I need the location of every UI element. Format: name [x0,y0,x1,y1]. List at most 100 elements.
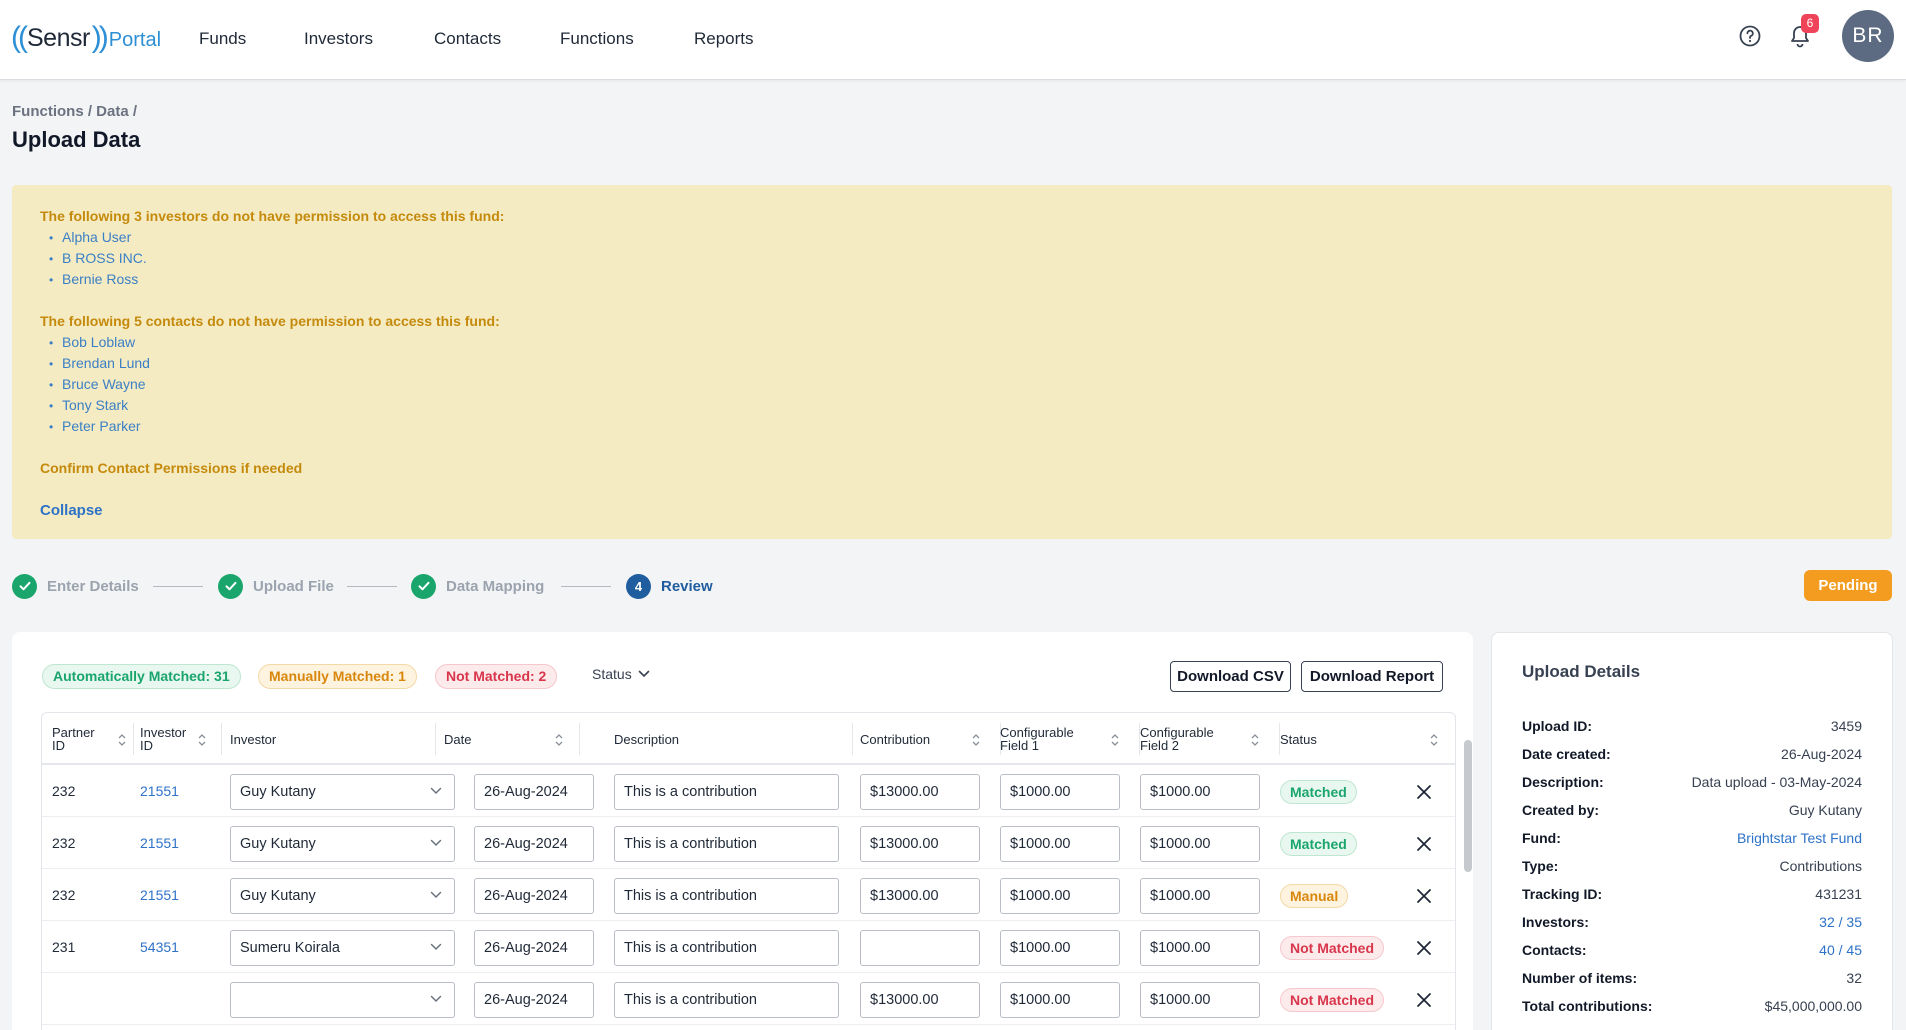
description-input[interactable]: This is a contribution [614,774,839,810]
detail-fund: Fund: Brightstar Test Fund [1522,830,1862,858]
column-status[interactable]: Status [1280,713,1445,765]
column-description[interactable]: Description [614,713,853,765]
column-divider [435,723,436,755]
date-input[interactable]: 26-Aug-2024 [474,774,594,810]
column-date[interactable]: Date [444,713,580,765]
nav-functions[interactable]: Functions [560,22,694,56]
nav-funds[interactable]: Funds [199,22,304,56]
nav-reports[interactable]: Reports [694,22,774,56]
column-partner-id[interactable]: Partner ID [52,713,134,765]
table-row: 26-Aug-2024 This is a contribution $1300… [42,973,1455,1025]
sort-icon[interactable] [555,733,563,747]
list-item[interactable]: • Bob Loblaw [49,332,150,353]
field2-input[interactable]: $1000.00 [1140,930,1260,966]
detail-label: Description: [1522,774,1604,790]
list-item[interactable]: • Peter Parker [49,416,150,437]
sort-icon[interactable] [198,733,206,747]
investor-id-link[interactable]: 21551 [140,817,179,869]
column-investor[interactable]: Investor [230,713,436,765]
fund-link[interactable]: Brightstar Test Fund [1737,830,1862,846]
nav-contacts[interactable]: Contacts [434,22,560,56]
manually-matched-badge[interactable]: Manually Matched: 1 [258,664,417,689]
contribution-input[interactable]: $13000.00 [860,982,980,1018]
close-icon[interactable] [1416,940,1432,956]
investor-select[interactable] [230,982,455,1018]
contacts-count-link[interactable]: 40 / 45 [1819,942,1862,958]
help-circle-icon[interactable] [1738,24,1762,48]
field2-input[interactable]: $1000.00 [1140,774,1260,810]
close-icon[interactable] [1416,784,1432,800]
list-item[interactable]: • B ROSS INC. [49,248,147,269]
field1-input[interactable]: $1000.00 [1000,930,1120,966]
description-input[interactable]: This is a contribution [614,982,839,1018]
contribution-input[interactable] [860,930,980,966]
chevron-down-icon [430,787,442,795]
app-logo[interactable]: (( Sensr )) Portal [11,22,161,54]
investor-select[interactable]: Guy Kutany [230,774,455,810]
description-input[interactable]: This is a contribution [614,878,839,914]
column-configurable-field-2[interactable]: Configurable Field 2 [1140,713,1280,765]
close-icon[interactable] [1416,888,1432,904]
status-filter-label: Status [592,666,632,682]
detail-value: Data upload - 03-May-2024 [1691,774,1862,790]
contribution-input[interactable]: $13000.00 [860,878,980,914]
field1-input[interactable]: $1000.00 [1000,982,1120,1018]
investor-select[interactable]: Sumeru Koirala [230,930,455,966]
field2-input[interactable]: $1000.00 [1140,982,1260,1018]
description-input[interactable]: This is a contribution [614,930,839,966]
collapse-link[interactable]: Collapse [40,502,103,519]
investor-id-link[interactable]: 21551 [140,765,179,817]
status-badge: Matched [1280,780,1357,804]
sort-icon[interactable] [972,733,980,747]
date-input[interactable]: 26-Aug-2024 [474,878,594,914]
download-csv-button[interactable]: Download CSV [1170,661,1291,692]
contacts-warning-heading: The following 5 contacts do not have per… [40,313,500,329]
close-icon[interactable] [1416,992,1432,1008]
field2-input[interactable]: $1000.00 [1140,826,1260,862]
field2-input[interactable]: $1000.00 [1140,878,1260,914]
list-item[interactable]: • Tony Stark [49,395,150,416]
detail-investors: Investors: 32 / 35 [1522,914,1862,942]
user-avatar[interactable]: BR [1842,10,1894,62]
sort-icon[interactable] [1430,733,1438,747]
date-input[interactable]: 26-Aug-2024 [474,930,594,966]
sort-icon[interactable] [118,733,126,747]
investor-select[interactable]: Guy Kutany [230,826,455,862]
status-filter-dropdown[interactable]: Status [592,666,650,682]
list-item[interactable]: • Alpha User [49,227,147,248]
date-input[interactable]: 26-Aug-2024 [474,982,594,1018]
upload-status-badge[interactable]: Pending [1804,570,1892,601]
sort-icon[interactable] [1111,733,1119,747]
investor-select[interactable]: Guy Kutany [230,878,455,914]
column-configurable-field-1[interactable]: Configurable Field 1 [1000,713,1140,765]
investor-id-link[interactable]: 21551 [140,869,179,921]
list-item[interactable]: • Bruce Wayne [49,374,150,395]
investor-id-link[interactable]: 54351 [140,921,179,973]
close-icon[interactable] [1416,836,1432,852]
step-upload-file[interactable]: Upload File [218,573,334,599]
download-report-button[interactable]: Download Report [1301,661,1443,692]
sort-icon[interactable] [1251,733,1259,747]
field1-input[interactable]: $1000.00 [1000,774,1120,810]
description-input[interactable]: This is a contribution [614,826,839,862]
table-scrollbar[interactable] [1464,740,1472,872]
date-input[interactable]: 26-Aug-2024 [474,826,594,862]
upload-details-title: Upload Details [1522,662,1641,681]
breadcrumb[interactable]: Functions / Data / [12,103,137,120]
field1-input[interactable]: $1000.00 [1000,826,1120,862]
not-matched-badge[interactable]: Not Matched: 2 [435,664,558,689]
step-data-mapping[interactable]: Data Mapping [411,573,544,599]
step-review[interactable]: 4 Review [626,573,713,599]
investors-count-link[interactable]: 32 / 35 [1819,914,1862,930]
step-enter-details[interactable]: Enter Details [12,573,139,599]
contribution-input[interactable]: $13000.00 [860,774,980,810]
contribution-input[interactable]: $13000.00 [860,826,980,862]
nav-investors[interactable]: Investors [304,22,434,56]
auto-matched-badge[interactable]: Automatically Matched: 31 [42,664,241,689]
column-investor-id[interactable]: Investor ID [140,713,222,765]
main-nav: Funds Investors Contacts Functions Repor… [199,22,774,56]
column-contribution[interactable]: Contribution [860,713,1001,765]
list-item[interactable]: • Brendan Lund [49,353,150,374]
field1-input[interactable]: $1000.00 [1000,878,1120,914]
list-item[interactable]: • Bernie Ross [49,269,147,290]
